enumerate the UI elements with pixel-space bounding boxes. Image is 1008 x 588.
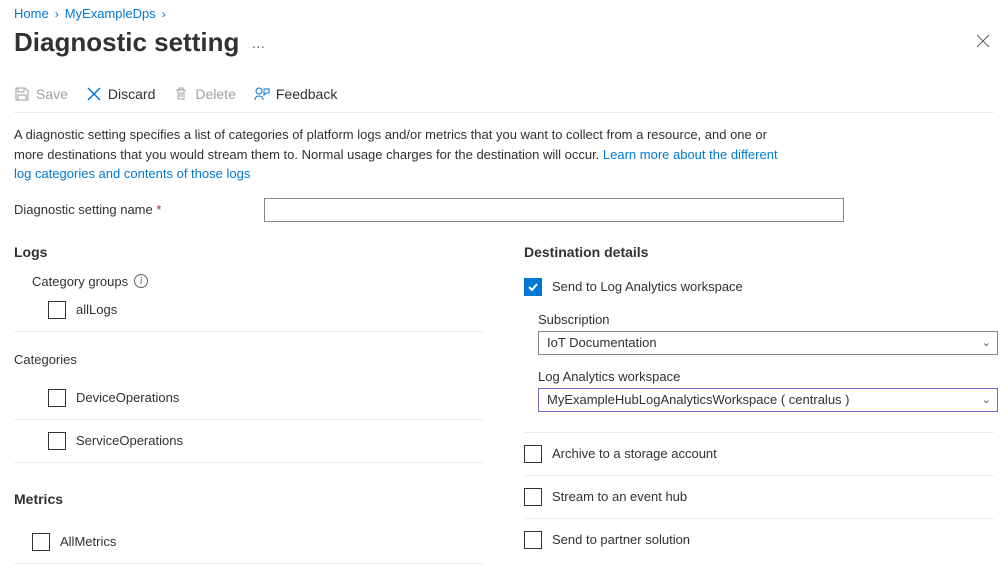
save-label: Save: [36, 86, 68, 102]
chevron-down-icon: ⌄: [982, 393, 991, 406]
deviceoperations-label: DeviceOperations: [76, 390, 179, 405]
partner-row: Send to partner solution: [524, 519, 994, 561]
alllogs-row: allLogs: [14, 289, 484, 332]
allmetrics-row: AllMetrics: [14, 521, 484, 564]
save-icon: [14, 86, 30, 102]
metrics-header: Metrics: [14, 491, 484, 507]
discard-button[interactable]: Discard: [86, 86, 155, 102]
eventhub-row: Stream to an event hub: [524, 476, 994, 519]
serviceoperations-label: ServiceOperations: [76, 433, 183, 448]
log-analytics-row: Send to Log Analytics workspace: [524, 274, 994, 300]
category-groups-label: Category groups: [32, 274, 128, 289]
breadcrumb: Home › MyExampleDps ›: [14, 6, 994, 21]
partner-checkbox[interactable]: [524, 531, 542, 549]
chevron-right-icon: ›: [162, 7, 166, 21]
deviceoperations-row: DeviceOperations: [14, 377, 484, 420]
workspace-value: MyExampleHubLogAnalyticsWorkspace ( cent…: [547, 392, 850, 407]
subscription-select[interactable]: IoT Documentation ⌄: [538, 331, 998, 355]
storage-checkbox[interactable]: [524, 445, 542, 463]
alllogs-checkbox[interactable]: [48, 301, 66, 319]
serviceoperations-row: ServiceOperations: [14, 420, 484, 463]
destination-header: Destination details: [524, 244, 994, 260]
close-button[interactable]: [972, 28, 994, 57]
description: A diagnostic setting specifies a list of…: [14, 125, 794, 184]
more-actions-button[interactable]: …: [251, 35, 266, 51]
delete-label: Delete: [195, 86, 235, 102]
feedback-icon: [254, 86, 270, 102]
deviceoperations-checkbox[interactable]: [48, 389, 66, 407]
page-title: Diagnostic setting: [14, 27, 239, 58]
discard-label: Discard: [108, 86, 155, 102]
setting-name-label: Diagnostic setting name *: [14, 202, 254, 217]
close-icon: [976, 34, 990, 48]
delete-button[interactable]: Delete: [173, 86, 235, 102]
log-analytics-label: Send to Log Analytics workspace: [552, 279, 743, 294]
breadcrumb-resource[interactable]: MyExampleDps: [65, 6, 156, 21]
info-icon[interactable]: i: [134, 274, 148, 288]
partner-label: Send to partner solution: [552, 532, 690, 547]
header: Diagnostic setting …: [14, 27, 994, 58]
serviceoperations-checkbox[interactable]: [48, 432, 66, 450]
logs-header: Logs: [14, 244, 484, 260]
save-button[interactable]: Save: [14, 86, 68, 102]
chevron-down-icon: ⌄: [982, 336, 991, 349]
storage-label: Archive to a storage account: [552, 446, 717, 461]
allmetrics-checkbox[interactable]: [32, 533, 50, 551]
delete-icon: [173, 86, 189, 102]
workspace-label: Log Analytics workspace: [538, 369, 994, 384]
setting-name-input[interactable]: [264, 198, 844, 222]
log-analytics-checkbox[interactable]: [524, 278, 542, 296]
name-row: Diagnostic setting name *: [14, 198, 994, 222]
allmetrics-label: AllMetrics: [60, 534, 116, 549]
categories-label: Categories: [14, 352, 484, 367]
workspace-select[interactable]: MyExampleHubLogAnalyticsWorkspace ( cent…: [538, 388, 998, 412]
discard-icon: [86, 86, 102, 102]
breadcrumb-home[interactable]: Home: [14, 6, 49, 21]
feedback-label: Feedback: [276, 86, 337, 102]
toolbar: Save Discard Delete Feedback: [14, 86, 994, 113]
chevron-right-icon: ›: [55, 7, 59, 21]
subscription-value: IoT Documentation: [547, 335, 657, 350]
eventhub-checkbox[interactable]: [524, 488, 542, 506]
eventhub-label: Stream to an event hub: [552, 489, 687, 504]
logs-column: Logs Category groups i allLogs Categorie…: [14, 244, 484, 564]
alllogs-label: allLogs: [76, 302, 117, 317]
destination-column: Destination details Send to Log Analytic…: [524, 244, 994, 564]
storage-row: Archive to a storage account: [524, 433, 994, 476]
subscription-label: Subscription: [538, 312, 994, 327]
feedback-button[interactable]: Feedback: [254, 86, 337, 102]
